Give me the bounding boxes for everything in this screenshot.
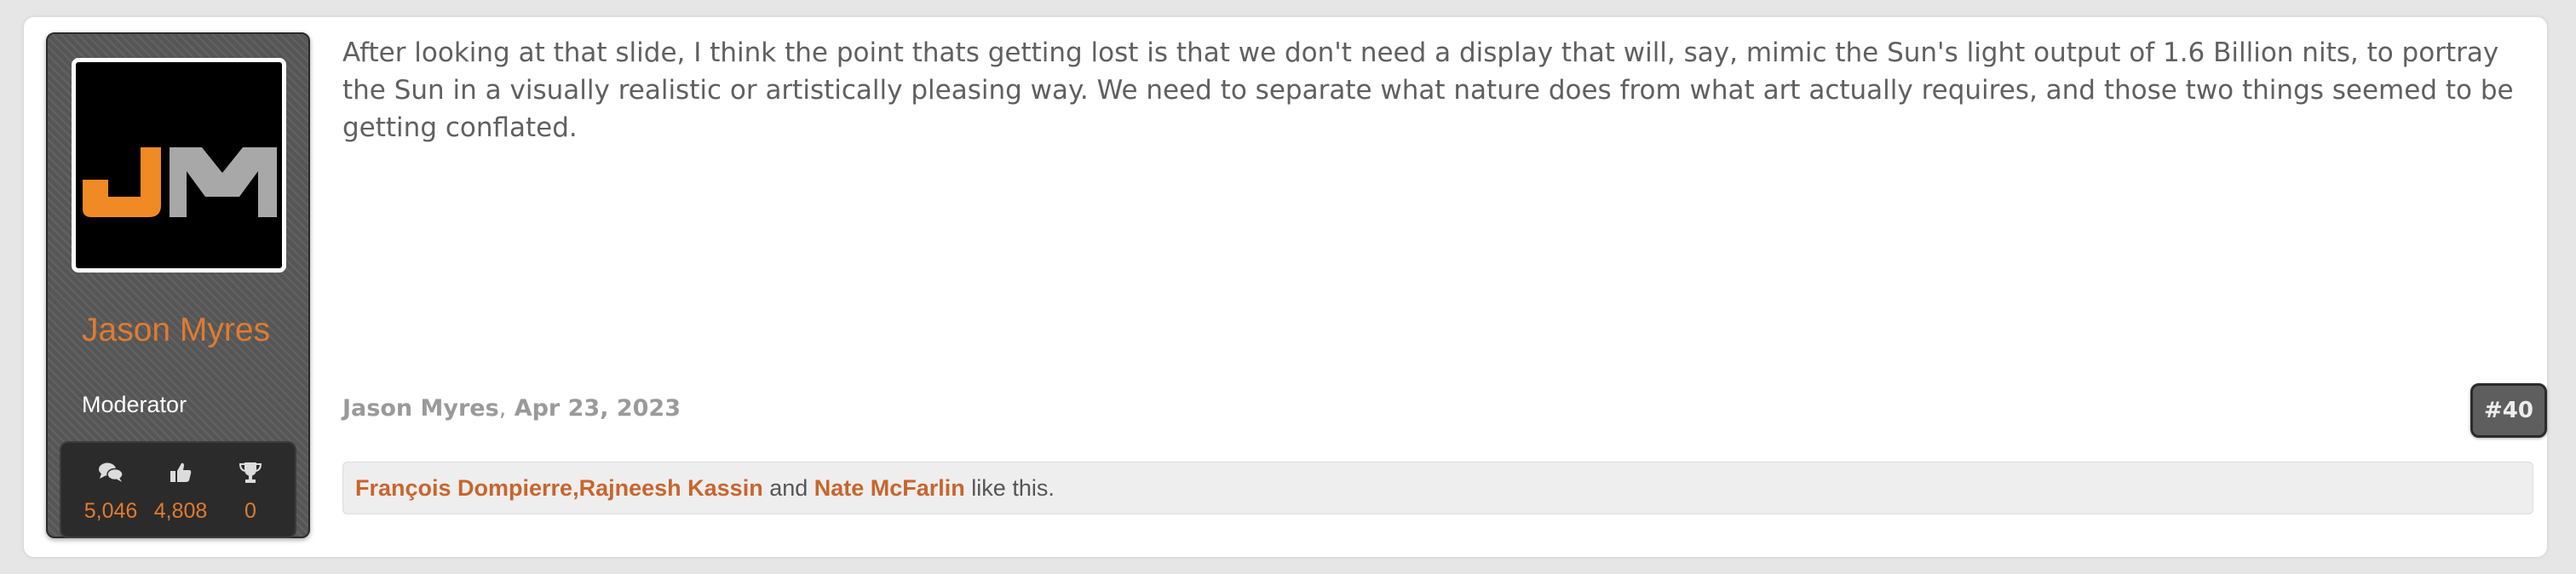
post-date-link[interactable]: Apr 23, 2023: [515, 395, 681, 422]
liker-link[interactable]: Rajneesh Kassin: [579, 475, 763, 502]
stat-messages-value: 5,046: [83, 499, 138, 523]
likes-and-text: and: [762, 474, 814, 501]
user-title: Moderator: [82, 392, 187, 417]
likes-suffix-text: like this.: [964, 474, 1055, 501]
post-message: After looking at that slide, I think the…: [342, 37, 2514, 143]
jm-logo: [83, 147, 277, 217]
messages-icon: [77, 458, 145, 487]
post-container: Jason Myres Moderator 5,046 4,808 0 Afte…: [24, 17, 2547, 557]
liker-link[interactable]: Nate McFarlin: [814, 475, 965, 502]
stat-trophies-value: 0: [244, 499, 256, 523]
avatar[interactable]: [72, 58, 286, 273]
liker-separator: ,: [572, 474, 579, 501]
logo-j-shape: [83, 147, 161, 217]
likes-summary: François Dompierre, Rajneesh Kassin and …: [342, 462, 2533, 514]
thumbs-up-icon: [147, 458, 215, 487]
stat-reactions-value: 4,808: [153, 499, 208, 523]
username-link[interactable]: Jason Myres: [82, 312, 286, 348]
liker-link[interactable]: François Dompierre: [355, 475, 572, 502]
post-meta: Jason Myres, Apr 23, 2023: [342, 395, 681, 422]
meta-separator: ,: [498, 395, 507, 422]
user-info-panel: Jason Myres Moderator 5,046 4,808 0: [46, 32, 310, 538]
stat-reactions[interactable]: 4,808: [147, 458, 215, 524]
post-author-link[interactable]: Jason Myres: [342, 395, 499, 422]
user-stats: 5,046 4,808 0: [60, 441, 296, 538]
post-number-button[interactable]: #40: [2470, 383, 2547, 438]
stat-messages[interactable]: 5,046: [77, 458, 145, 524]
stat-trophies[interactable]: 0: [216, 458, 285, 524]
trophy-icon: [216, 458, 285, 487]
logo-m-shape: [170, 147, 277, 217]
